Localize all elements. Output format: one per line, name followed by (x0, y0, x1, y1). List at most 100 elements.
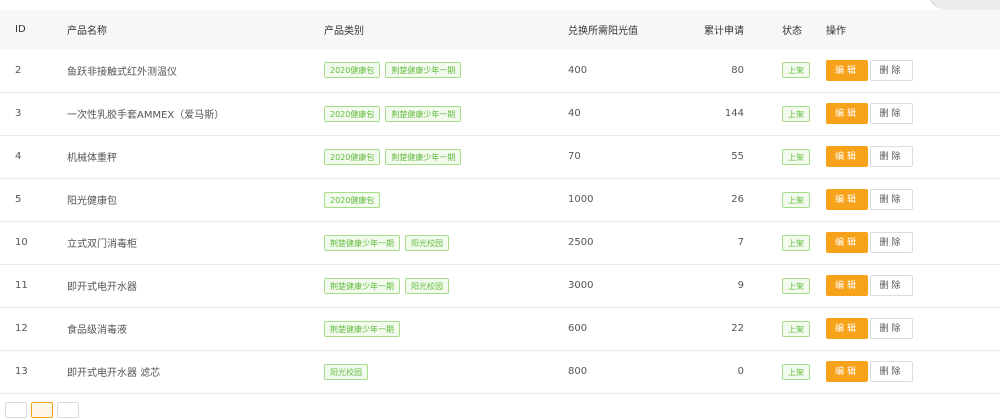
col-header-status: 状态 (782, 26, 802, 37)
col-header-applications: 累计申请 (704, 26, 744, 37)
edit-button[interactable]: 编辑 (826, 189, 868, 210)
status-badge: 上架 (782, 363, 810, 380)
cell-status: 上架 (744, 178, 810, 221)
cell-status: 上架 (744, 221, 810, 264)
cell-product-name: 即开式电开水器 滤芯 (67, 368, 161, 379)
table-row: 10 立式双门消毒柜 荆楚健康少年一期 阳光校园 2500 7 上架 编辑 删除 (0, 221, 1000, 264)
cell-actions: 编辑 删除 (802, 221, 1000, 264)
status-badge: 上架 (782, 277, 810, 294)
cell-id: 10 (15, 237, 28, 248)
product-table: ID 产品名称 产品类别 兑换所需阳光值 累计申请 状态 操作 2 鱼跃非接触式… (0, 10, 1000, 394)
cell-points: 70 (568, 151, 581, 162)
cell-categories: 阳光校园 (324, 350, 568, 393)
cell-actions: 编辑 删除 (802, 178, 1000, 221)
cell-applications: 9 (737, 280, 744, 291)
delete-button[interactable]: 删除 (870, 59, 913, 81)
status-badge: 上架 (782, 234, 810, 251)
category-tag: 荆楚健康少年一期 (324, 277, 400, 294)
col-header-category: 产品类别 (324, 26, 364, 37)
delete-button[interactable]: 删除 (870, 189, 913, 210)
cell-id: 4 (15, 151, 22, 162)
delete-button[interactable]: 删除 (870, 361, 913, 382)
cell-product-name: 食品级消毒液 (67, 325, 127, 336)
table-row: 12 食品级消毒液 荆楚健康少年一期 600 22 上架 编辑 删除 (0, 307, 1000, 350)
cell-points: 1000 (568, 194, 594, 205)
category-tag: 2020健康包 (324, 62, 381, 79)
cell-applications: 80 (731, 64, 744, 76)
cell-points: 600 (568, 323, 588, 334)
category-tag: 阳光校园 (405, 234, 449, 251)
col-header-points: 兑换所需阳光值 (568, 26, 638, 37)
cell-applications: 144 (724, 108, 744, 119)
cell-status: 上架 (744, 135, 810, 178)
category-tag: 2020健康包 (324, 191, 381, 208)
pagination-prev-button[interactable] (5, 402, 27, 418)
delete-button[interactable]: 删除 (870, 103, 913, 124)
cell-points: 400 (568, 64, 588, 76)
pagination-next-button[interactable] (57, 402, 79, 418)
category-tag: 荆楚健康少年一期 (324, 320, 400, 337)
category-tag: 2020健康包 (324, 105, 381, 122)
table-row: 5 阳光健康包 2020健康包 1000 26 上架 编辑 删除 (0, 178, 1000, 221)
cell-product-name: 阳光健康包 (67, 196, 117, 207)
cell-product-name: 一次性乳胶手套AMMEX（爱马斯） (67, 110, 225, 121)
pagination-current-page[interactable] (31, 402, 53, 418)
cell-actions: 编辑 删除 (802, 264, 1000, 307)
cell-actions: 编辑 删除 (802, 135, 1000, 178)
cell-actions: 编辑 删除 (802, 49, 1000, 92)
cell-status: 上架 (744, 350, 810, 393)
delete-button[interactable]: 删除 (870, 275, 913, 296)
cell-id: 3 (15, 108, 22, 119)
category-tag: 荆楚健康少年一期 (385, 62, 462, 79)
cell-status: 上架 (744, 264, 810, 307)
col-header-name: 产品名称 (67, 26, 107, 37)
category-tag: 荆楚健康少年一期 (385, 148, 462, 165)
status-badge: 上架 (782, 105, 810, 122)
cell-points: 800 (568, 366, 588, 377)
delete-button[interactable]: 删除 (870, 318, 913, 339)
col-header-id: ID (15, 24, 26, 35)
cell-categories: 2020健康包 (324, 178, 568, 221)
cell-points: 3000 (568, 280, 594, 291)
edit-button[interactable]: 编辑 (826, 318, 868, 339)
category-tag: 2020健康包 (324, 148, 381, 165)
category-tag: 阳光校园 (324, 363, 368, 380)
cell-id: 5 (15, 194, 22, 205)
cell-id: 13 (15, 366, 28, 377)
cell-applications: 55 (731, 151, 744, 162)
cell-product-name: 鱼跃非接触式红外测温仪 (67, 66, 177, 78)
table-row: 3 一次性乳胶手套AMMEX（爱马斯） 2020健康包 荆楚健康少年一期 40 1… (0, 92, 1000, 135)
cell-applications: 26 (731, 194, 744, 205)
edit-button[interactable]: 编辑 (826, 361, 868, 382)
edit-button[interactable]: 编辑 (826, 103, 868, 124)
cell-product-name: 即开式电开水器 (67, 282, 137, 293)
cell-points: 40 (568, 108, 581, 119)
edit-button[interactable]: 编辑 (826, 59, 868, 81)
cell-points: 2500 (568, 237, 594, 248)
cell-categories: 2020健康包 荆楚健康少年一期 (324, 49, 568, 92)
delete-button[interactable]: 删除 (870, 232, 913, 253)
category-tag: 荆楚健康少年一期 (385, 105, 462, 122)
status-badge: 上架 (782, 191, 810, 208)
cell-id: 11 (15, 280, 28, 291)
cell-categories: 荆楚健康少年一期 阳光校园 (324, 221, 568, 264)
table-header-row: ID 产品名称 产品类别 兑换所需阳光值 累计申请 状态 操作 (0, 10, 1000, 49)
delete-button[interactable]: 删除 (870, 146, 913, 167)
cell-actions: 编辑 删除 (802, 92, 1000, 135)
cell-applications: 7 (737, 237, 744, 248)
cell-categories: 荆楚健康少年一期 阳光校园 (324, 264, 568, 307)
cell-actions: 编辑 删除 (802, 350, 1000, 393)
status-badge: 上架 (782, 148, 810, 165)
cell-id: 2 (15, 64, 22, 76)
edit-button[interactable]: 编辑 (826, 275, 868, 296)
category-tag: 阳光校园 (405, 277, 449, 294)
table-row: 13 即开式电开水器 滤芯 阳光校园 800 0 上架 编辑 删除 (0, 350, 1000, 393)
cell-categories: 2020健康包 荆楚健康少年一期 (324, 135, 568, 178)
table-row: 11 即开式电开水器 荆楚健康少年一期 阳光校园 3000 9 上架 编辑 删除 (0, 264, 1000, 307)
edit-button[interactable]: 编辑 (826, 232, 868, 253)
table-row: 4 机械体重秤 2020健康包 荆楚健康少年一期 70 55 上架 编辑 删除 (0, 135, 1000, 178)
category-tag: 荆楚健康少年一期 (324, 234, 400, 251)
cell-categories: 2020健康包 荆楚健康少年一期 (324, 92, 568, 135)
edit-button[interactable]: 编辑 (826, 146, 868, 167)
cell-product-name: 立式双门消毒柜 (67, 239, 137, 250)
